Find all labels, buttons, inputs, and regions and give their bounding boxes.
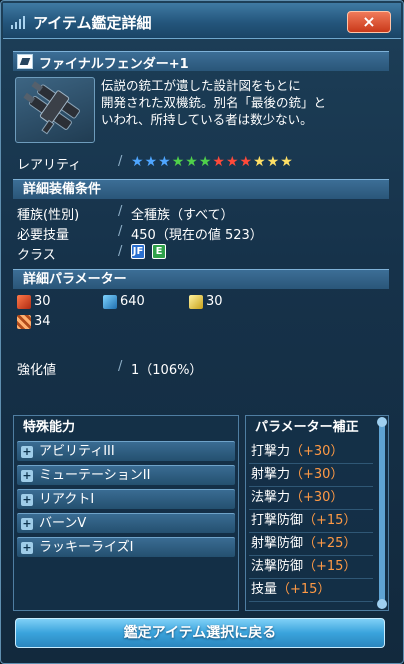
bonus-label: 射撃力 (251, 467, 291, 482)
grind-value: 1（106%） (131, 363, 203, 378)
element-icon (17, 314, 31, 329)
rarity-star-icon: ★ (266, 154, 280, 170)
rarity-star-icon: ★ (158, 154, 171, 170)
parameters-header: 詳細パラメーター (13, 269, 389, 289)
ability-row[interactable]: + アビリティIII (17, 441, 235, 461)
technique-attack-value: 30 (206, 294, 223, 309)
element-value: 34 (17, 314, 51, 329)
rarity-stars: ★ ★ ★ ★ ★ ★ ★ ★ ★ ★ ★ ★ (131, 154, 293, 170)
scrollbar-thumb[interactable] (379, 419, 385, 605)
ranger-class-icon: E (152, 244, 166, 259)
plus-icon: + (21, 493, 33, 506)
skill-label: 必要技量 (17, 228, 70, 243)
separator: / (118, 154, 123, 169)
ranged-attack: 640 (103, 294, 145, 309)
bonus-label: 打撃防御 (251, 513, 304, 528)
race-label: 種族(性別) (17, 208, 80, 223)
window-title: アイテム鑑定詳細 (33, 14, 152, 32)
plus-icon: + (21, 445, 33, 458)
rarity-star-icon: ★ (212, 154, 225, 170)
parameter-bonus-title: パラメーター補正 (255, 420, 359, 435)
signal-bars-icon (11, 15, 27, 29)
bonus-row: 打撃力（+30） (249, 441, 373, 464)
bonus-label: 法撃力 (251, 490, 291, 505)
gun-icon (103, 294, 117, 309)
bonus-label: 打撃力 (251, 444, 291, 459)
description-line: いわれ、所持している者は数少ない。 (101, 112, 313, 127)
bonus-label: 技量 (251, 582, 278, 597)
bonus-value: （+30） (290, 467, 344, 482)
bonus-value: （+30） (290, 444, 344, 459)
ability-name: ミューテーションII (39, 468, 151, 483)
separator: / (118, 244, 123, 259)
rarity-star-icon: ★ (225, 154, 239, 170)
class-label: クラス (17, 248, 56, 263)
striking-attack-value: 30 (34, 294, 51, 309)
bonus-row: 法撃力（+30） (249, 487, 373, 510)
close-button[interactable]: × (347, 11, 391, 33)
technique-attack: 30 (189, 294, 223, 309)
ability-row[interactable]: + バーンV (17, 513, 235, 533)
ability-name: アビリティIII (39, 444, 115, 459)
scroll-up-handle[interactable] (377, 417, 387, 427)
separator: / (118, 359, 123, 374)
sword-icon (17, 294, 31, 309)
plus-icon: + (21, 469, 33, 482)
item-thumbnail (15, 77, 95, 143)
bonus-value: （+15） (277, 582, 331, 597)
scroll-down-handle[interactable] (377, 599, 387, 609)
weapon-type-icon (17, 54, 33, 69)
element-value-text: 34 (34, 314, 51, 329)
description-line: 伝説の銃工が遺した設計図をもとに (101, 78, 301, 93)
special-abilities-title: 特殊能力 (23, 420, 76, 435)
gunner-class-icon: JF (131, 244, 145, 259)
bonus-value: （+15） (303, 559, 357, 574)
rarity-label: レアリティ (17, 158, 82, 173)
separator: / (118, 204, 123, 219)
rarity-star-icon: ★ (239, 154, 253, 170)
rarity-star-icon: ★ (198, 154, 212, 170)
bonus-value: （+30） (290, 490, 344, 505)
separator: / (118, 224, 123, 239)
bonus-row: 射撃防御（+25） (249, 533, 373, 556)
ability-row[interactable]: + ミューテーションII (17, 465, 235, 485)
bonus-row: 射撃力（+30） (249, 464, 373, 487)
back-to-appraisal-button[interactable]: 鑑定アイテム選択に戻る (15, 618, 385, 648)
rarity-star-icon: ★ (144, 154, 158, 170)
bonus-row: 法撃防御（+15） (249, 556, 373, 579)
equip-conditions-header: 詳細装備条件 (13, 179, 389, 199)
bonus-label: 射撃防御 (251, 536, 304, 551)
bonus-value: （+25） (303, 536, 357, 551)
rarity-star-icon: ★ (185, 154, 198, 170)
rarity-star-icon: ★ (253, 154, 266, 170)
bonus-row: 打撃防御（+15） (249, 510, 373, 533)
grind-label: 強化値 (17, 363, 57, 378)
ability-name: バーンV (39, 516, 87, 531)
ability-row[interactable]: + ラッキーライズI (17, 537, 235, 557)
title-bar: アイテム鑑定詳細 × (3, 3, 401, 39)
item-name: ファイナルフェンダー+1 (39, 57, 189, 72)
ability-row[interactable]: + リアクトI (17, 489, 235, 509)
twin-machinegun-icon (23, 81, 80, 135)
striking-attack: 30 (17, 294, 51, 309)
description-line: 開発された双機銃。別名「最後の銃」と (101, 95, 327, 110)
bonus-row: 技量（+15） (249, 579, 373, 602)
ranged-attack-value: 640 (120, 294, 145, 309)
ability-name: ラッキーライズI (39, 540, 134, 555)
bonus-value: （+15） (303, 513, 357, 528)
ability-name: リアクトI (39, 492, 95, 507)
rarity-star-icon: ★ (171, 154, 185, 170)
rarity-star-icon: ★ (280, 154, 293, 170)
item-appraisal-window: アイテム鑑定詳細 × ファイナルフェンダー+1 伝説の銃工が遺した設計図をもとに… (0, 0, 404, 664)
bonus-label: 法撃防御 (251, 559, 304, 574)
plus-icon: + (21, 517, 33, 530)
wand-icon (189, 294, 203, 309)
item-description: 伝説の銃工が遺した設計図をもとに 開発された双機銃。別名「最後の銃」と いわれ、… (101, 77, 391, 128)
rarity-star-icon: ★ (131, 154, 144, 170)
item-name-header: ファイナルフェンダー+1 (13, 51, 389, 72)
race-value: 全種族（すべて） (131, 208, 234, 223)
bonus-scrollbar[interactable] (377, 417, 387, 609)
skill-value: 450（現在の値 523） (131, 228, 263, 243)
plus-icon: + (21, 541, 33, 554)
